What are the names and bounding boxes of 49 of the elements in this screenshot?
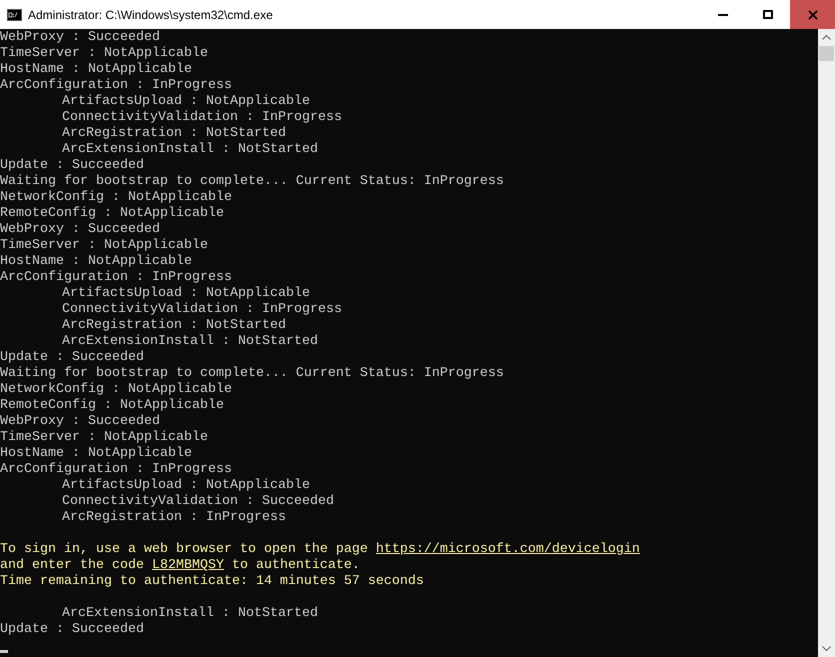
notice-line: and enter the code L82MBMQSY to authenticate. bbox=[0, 558, 360, 573]
console-line: NetworkConfig : NotApplicable bbox=[0, 382, 232, 397]
console-line: Waiting for bootstrap to complete... Current Status: InProgress bbox=[0, 174, 504, 189]
console-line: WebProxy : Succeeded bbox=[0, 222, 160, 237]
console-line: Update : Succeeded bbox=[0, 350, 144, 365]
console-line: ArcConfiguration : InProgress bbox=[0, 78, 232, 93]
console-line: ArcConfiguration : InProgress bbox=[0, 270, 232, 285]
text-cursor bbox=[0, 650, 8, 653]
close-button[interactable] bbox=[790, 0, 835, 29]
window-title: Administrator: C:\Windows\system32\cmd.exe bbox=[28, 6, 274, 24]
console-line: RemoteConfig : NotApplicable bbox=[0, 206, 224, 221]
scroll-thumb[interactable] bbox=[819, 46, 834, 61]
console-line: ArtifactsUpload : NotApplicable bbox=[62, 94, 310, 109]
console-line: ArtifactsUpload : NotApplicable bbox=[62, 286, 310, 301]
console-line: HostName : NotApplicable bbox=[0, 62, 192, 77]
console-line: ArcRegistration : InProgress bbox=[62, 510, 286, 525]
console-line: NetworkConfig : NotApplicable bbox=[0, 190, 232, 205]
console-icon bbox=[7, 8, 22, 20]
console-line: ArcRegistration : NotStarted bbox=[62, 126, 286, 141]
minimize-icon bbox=[718, 14, 728, 16]
console-line: RemoteConfig : NotApplicable bbox=[0, 398, 224, 413]
link[interactable]: L82MBMQSY bbox=[152, 558, 224, 573]
console-line: HostName : NotApplicable bbox=[0, 446, 192, 461]
scroll-up-icon[interactable] bbox=[822, 35, 831, 40]
notice-line: To sign in, use a web browser to open the page https://microsoft.com/devicelogin bbox=[0, 542, 640, 557]
console-line: TimeServer : NotApplicable bbox=[0, 430, 208, 445]
console-line: TimeServer : NotApplicable bbox=[0, 46, 208, 61]
console-line: WebProxy : Succeeded bbox=[0, 414, 160, 429]
link[interactable]: https://microsoft.com/devicelogin bbox=[376, 542, 640, 557]
console-line: ConnectivityValidation : InProgress bbox=[62, 110, 342, 125]
console-line: ConnectivityValidation : Succeeded bbox=[62, 494, 334, 509]
console-line: ConnectivityValidation : InProgress bbox=[62, 302, 342, 317]
notice-line: Time remaining to authenticate: 14 minutes 57 seconds bbox=[0, 574, 424, 589]
console-line: HostName : NotApplicable bbox=[0, 254, 192, 269]
console-line: ArcRegistration : NotStarted bbox=[62, 318, 286, 333]
console-line: ArcExtensionInstall : NotStarted bbox=[62, 334, 318, 349]
maximize-icon bbox=[762, 10, 772, 19]
console-line: ArtifactsUpload : NotApplicable bbox=[62, 478, 310, 493]
console-line: TimeServer : NotApplicable bbox=[0, 238, 208, 253]
console-line: ArcExtensionInstall : NotStarted bbox=[62, 606, 318, 621]
console-line: WebProxy : Succeeded bbox=[0, 30, 160, 45]
scrollbar[interactable] bbox=[818, 29, 835, 657]
scroll-down-icon[interactable] bbox=[822, 646, 831, 651]
console-line: Waiting for bootstrap to complete... Current Status: InProgress bbox=[0, 366, 504, 381]
console-line: ArcExtensionInstall : NotStarted bbox=[62, 142, 318, 157]
console-line: ArcConfiguration : InProgress bbox=[0, 462, 232, 477]
close-icon bbox=[808, 10, 818, 20]
console-line: Update : Succeeded bbox=[0, 622, 144, 637]
console-line: Update : Succeeded bbox=[0, 158, 144, 173]
